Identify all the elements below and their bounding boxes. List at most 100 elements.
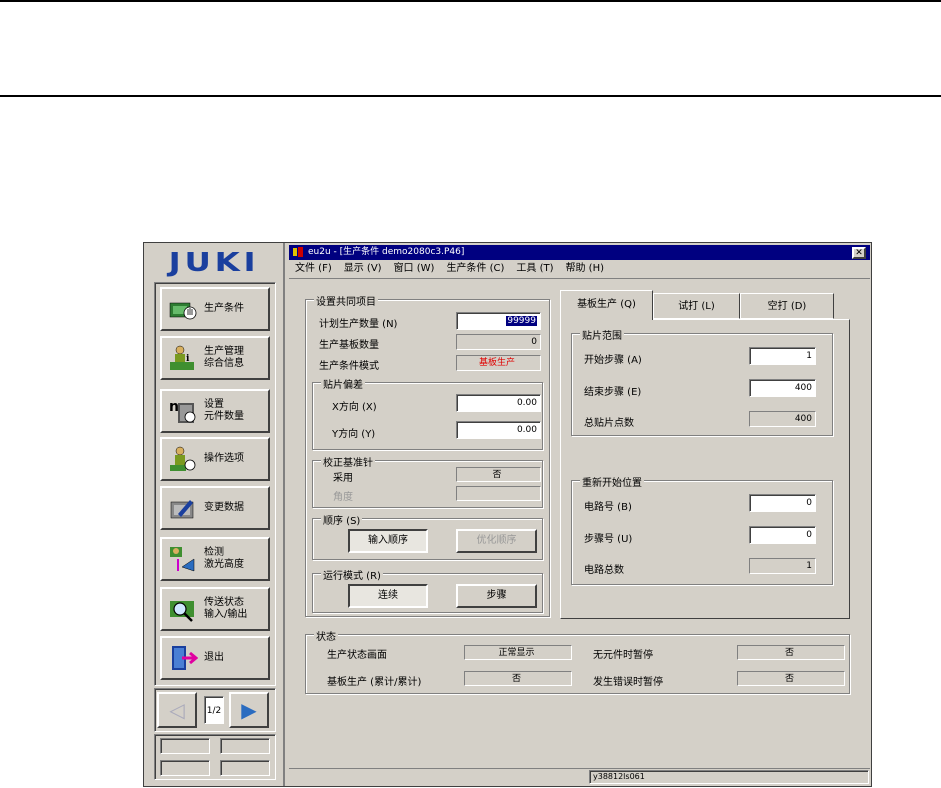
run-mode-title: 运行模式 (R) — [321, 567, 383, 582]
end-step-input[interactable]: 400 — [749, 379, 816, 397]
close-button[interactable]: ✕ — [852, 247, 866, 259]
side-btn-label: 变更数据 — [204, 502, 244, 513]
menu-bar: 文件 (F) 显示 (V) 窗口 (W) 生产条件 (C) 工具 (T) 帮助 … — [289, 261, 870, 277]
change-data-button[interactable]: 变更数据 — [160, 486, 270, 530]
side-btn-label: 操作选项 — [204, 453, 244, 464]
side-btn-label: 退出 — [204, 652, 224, 663]
step-no-label: 步骤号 (U) — [584, 534, 633, 545]
optimize-order-button[interactable]: 优化顺序 — [456, 529, 537, 553]
plan-qty-label: 计划生产数量 (N) — [319, 319, 398, 330]
plan-qty-input[interactable]: 99999 — [456, 312, 541, 330]
offset-x-input[interactable]: 0.00 — [456, 394, 541, 412]
laser-height-check-button[interactable]: 检测 激光高度 — [160, 537, 270, 581]
side-btn-label-2: 元件数量 — [204, 411, 244, 422]
offset-x-label: X方向 (X) — [332, 402, 377, 413]
pin-use-label: 采用 — [333, 473, 353, 484]
side-btn-label: 传送状态 — [204, 597, 244, 608]
juki-logo: JUKI — [140, 248, 288, 278]
range-title: 贴片范围 — [580, 327, 624, 342]
side-btn-label-2: 输入/输出 — [204, 609, 248, 620]
exit-door-icon — [168, 644, 199, 672]
mode-field: 基板生产 — [456, 355, 541, 371]
input-order-button[interactable]: 输入顺序 — [348, 529, 428, 553]
common-settings-title: 设置共同项目 — [314, 293, 378, 308]
page-indicator: 1/2 — [204, 696, 224, 724]
circuit-no-input[interactable]: 0 — [749, 494, 816, 512]
status-nopart-field: 否 — [737, 645, 845, 660]
total-points-field: 400 — [749, 411, 816, 427]
status-screen-label: 生产状态画面 — [327, 650, 387, 661]
brand-text: JUKI — [168, 248, 260, 278]
status-title: 状态 — [314, 628, 338, 643]
mode-label: 生产条件模式 — [319, 361, 379, 372]
plan-qty-value: 99999 — [506, 316, 537, 326]
page-indicator-text: 1/2 — [206, 706, 222, 716]
offset-y-input[interactable]: 0.00 — [456, 421, 541, 439]
side-btn-label: 检测 — [204, 547, 224, 558]
continuous-button[interactable]: 连续 — [348, 584, 428, 608]
side-btn-label-2: 综合信息 — [204, 358, 244, 369]
menu-help[interactable]: 帮助 (H) — [566, 261, 605, 277]
pcb-hand-icon — [168, 295, 198, 323]
exit-button[interactable]: 退出 — [160, 636, 270, 680]
status-board-label: 基板生产 (累计/累计) — [327, 677, 422, 688]
production-conditions-button[interactable]: 生产条件 — [160, 287, 270, 331]
window-title: eu2u - [生产条件 demo2080c3.P46] — [308, 247, 465, 257]
pin-use-field: 否 — [456, 467, 541, 482]
offset-title: 贴片偏差 — [321, 376, 365, 391]
menu-tools[interactable]: 工具 (T) — [516, 261, 553, 277]
set-component-count-button[interactable]: n 设置 元件数量 — [160, 389, 270, 433]
start-step-input[interactable]: 1 — [749, 347, 816, 365]
menu-production-conditions[interactable]: 生产条件 (C) — [446, 261, 504, 277]
header-rule — [0, 95, 941, 97]
edit-data-icon — [168, 494, 198, 522]
svg-text:n: n — [169, 399, 179, 415]
status-nopart-label: 无元件时暂停 — [593, 650, 653, 661]
slot-1 — [160, 738, 210, 754]
app-icon — [292, 246, 304, 258]
tab-board-production[interactable]: 基板生产 (Q) — [560, 290, 653, 320]
total-points-label: 总贴片点数 — [584, 418, 634, 429]
circuit-total-label: 电路总数 — [584, 565, 624, 576]
start-step-label: 开始步骤 (A) — [584, 355, 642, 366]
offset-y-label: Y方向 (Y) — [332, 429, 376, 440]
side-btn-label: 设置 — [204, 399, 224, 410]
step-no-input[interactable]: 0 — [749, 526, 816, 544]
top-rule — [0, 0, 941, 2]
step-button[interactable]: 步骤 — [456, 584, 537, 608]
menu-view[interactable]: 显示 (V) — [344, 261, 382, 277]
end-step-label: 结束步骤 (E) — [584, 387, 642, 398]
next-page-button[interactable]: ▶ — [229, 692, 269, 728]
prev-arrow-icon: ◁ — [169, 698, 185, 722]
production-management-button[interactable]: i 生产管理 综合信息 — [160, 336, 270, 380]
menu-file[interactable]: 文件 (F) — [295, 261, 332, 277]
component-count-icon: n — [168, 397, 198, 425]
operation-options-button[interactable]: 操作选项 — [160, 437, 270, 481]
svg-text:i: i — [186, 354, 190, 364]
prev-page-button[interactable]: ◁ — [157, 692, 197, 728]
side-btn-label: 生产条件 — [204, 303, 244, 314]
slot-4 — [220, 760, 270, 776]
side-btn-label-2: 激光高度 — [204, 559, 244, 570]
pin-title: 校正基准针 — [321, 454, 375, 469]
board-qty-field: 0 — [456, 334, 541, 350]
restart-title: 重新开始位置 — [580, 474, 644, 489]
slot-2 — [220, 738, 270, 754]
menu-divider — [289, 278, 870, 279]
transport-status-button[interactable]: 传送状态 输入/输出 — [160, 587, 270, 631]
status-board-field: 否 — [464, 671, 572, 686]
side-btn-label: 生产管理 — [204, 346, 244, 357]
laser-check-icon — [168, 545, 198, 573]
pin-angle-field — [456, 486, 541, 501]
menu-window[interactable]: 窗口 (W) — [394, 261, 435, 277]
status-error-field: 否 — [737, 671, 845, 686]
magnifier-icon — [168, 595, 198, 623]
circuit-total-field: 1 — [749, 558, 816, 574]
tab-test-print[interactable]: 试打 (L) — [653, 293, 740, 319]
pin-angle-label: 角度 — [333, 492, 353, 503]
next-arrow-icon: ▶ — [241, 698, 257, 722]
operator-info-icon: i — [168, 344, 198, 372]
status-error-label: 发生错误时暂停 — [593, 677, 663, 688]
board-qty-label: 生产基板数量 — [319, 340, 379, 351]
tab-dry-run[interactable]: 空打 (D) — [740, 293, 834, 319]
